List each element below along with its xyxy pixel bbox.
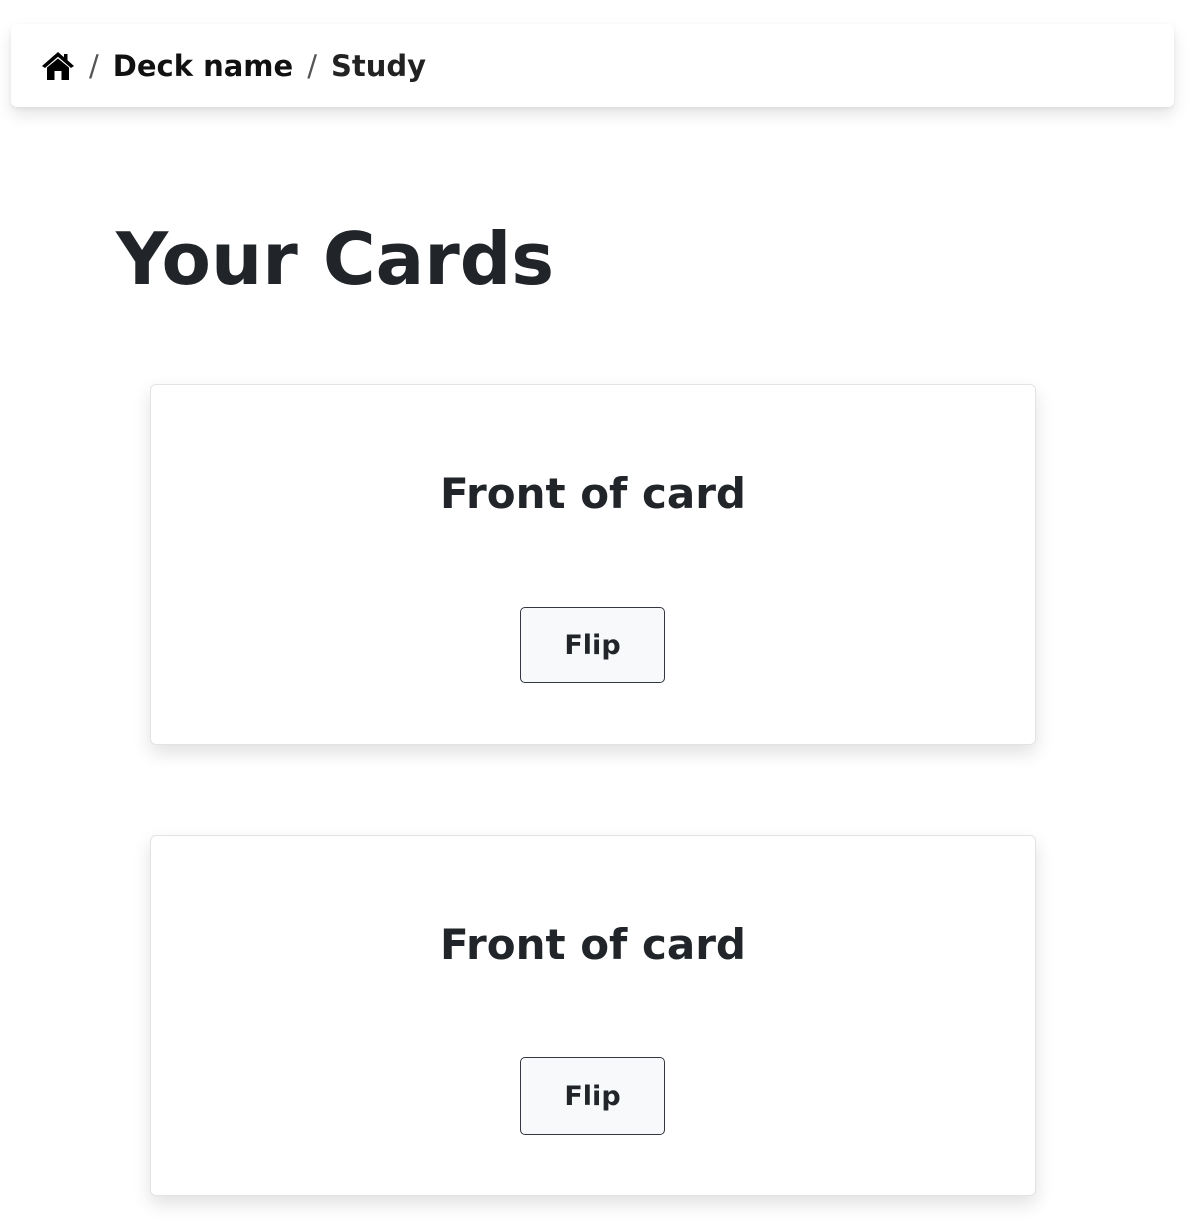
flip-button[interactable]: Flip [520, 1057, 665, 1135]
breadcrumb-current: Study [330, 48, 427, 83]
page-title: Your Cards [116, 217, 555, 301]
home-icon [42, 51, 74, 80]
card-front-text: Front of card [440, 920, 746, 969]
breadcrumb: / Deck name / Study [41, 24, 426, 107]
breadcrumb-deck-link[interactable]: Deck name [113, 49, 293, 83]
card-front-text: Front of card [440, 469, 746, 518]
study-card: Front of card Flip [150, 384, 1036, 745]
flip-button[interactable]: Flip [520, 607, 665, 683]
breadcrumb-separator: / [307, 48, 317, 83]
breadcrumb-separator: / [89, 48, 99, 83]
breadcrumb-home[interactable] [41, 51, 75, 81]
study-card: Front of card Flip [150, 835, 1036, 1196]
breadcrumb-bar: / Deck name / Study [11, 24, 1174, 107]
